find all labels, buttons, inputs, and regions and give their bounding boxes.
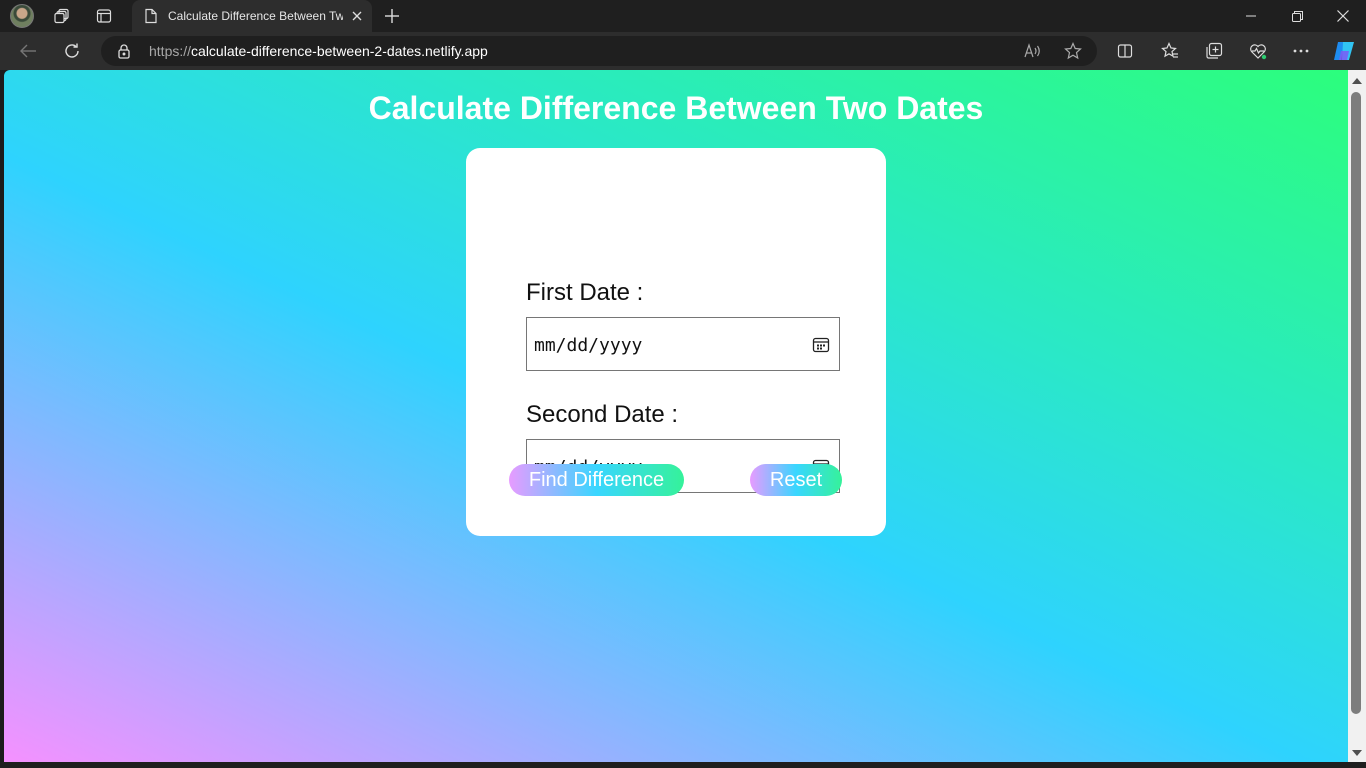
page-favicon-icon bbox=[144, 8, 158, 29]
new-tab-icon[interactable] bbox=[382, 6, 402, 26]
profile-avatar[interactable] bbox=[10, 4, 34, 28]
browser-title-bar: Calculate Difference Between Two Dates bbox=[0, 0, 1366, 32]
browser-toolbar: https://calculate-difference-between-2-d… bbox=[0, 32, 1366, 70]
minimize-icon[interactable] bbox=[1241, 6, 1261, 26]
more-options-icon[interactable] bbox=[1291, 41, 1311, 61]
scrollbar-thumb[interactable] bbox=[1351, 92, 1361, 714]
back-arrow-icon[interactable] bbox=[18, 41, 38, 61]
second-date-label: Second Date : bbox=[526, 401, 679, 428]
copilot-icon[interactable] bbox=[1332, 39, 1356, 63]
close-window-icon[interactable] bbox=[1333, 6, 1353, 26]
restore-icon[interactable] bbox=[1287, 6, 1307, 26]
lock-icon[interactable] bbox=[117, 43, 131, 64]
favorite-star-icon[interactable] bbox=[1063, 41, 1083, 61]
tab-title: Calculate Difference Between Two Dates bbox=[168, 9, 343, 23]
window-bottom-edge bbox=[0, 762, 1366, 768]
workspaces-icon[interactable] bbox=[52, 6, 72, 26]
browser-essentials-icon[interactable] bbox=[1248, 41, 1268, 61]
collections-icon[interactable] bbox=[1204, 41, 1224, 61]
tab-actions-icon[interactable] bbox=[94, 6, 114, 26]
read-aloud-icon[interactable] bbox=[1023, 41, 1043, 61]
active-tab[interactable]: Calculate Difference Between Two Dates bbox=[132, 0, 372, 32]
refresh-icon[interactable] bbox=[62, 41, 82, 61]
scroll-up-arrow-icon[interactable] bbox=[1352, 78, 1362, 84]
address-bar[interactable]: https://calculate-difference-between-2-d… bbox=[101, 36, 1097, 66]
page-viewport: Calculate Difference Between Two Dates F… bbox=[4, 70, 1348, 762]
first-date-label: First Date : bbox=[526, 279, 644, 306]
find-difference-button[interactable]: Find Difference bbox=[509, 464, 684, 496]
url-host: calculate-difference-between-2-dates.net… bbox=[191, 43, 488, 59]
url-scheme: https:// bbox=[149, 43, 192, 59]
first-date-value: mm/dd/yyyy bbox=[534, 335, 643, 356]
page-title: Calculate Difference Between Two Dates bbox=[368, 90, 984, 126]
close-tab-icon[interactable] bbox=[347, 6, 367, 26]
calendar-icon[interactable] bbox=[811, 335, 831, 355]
url-text[interactable]: https://calculate-difference-between-2-d… bbox=[149, 43, 488, 59]
vertical-scrollbar[interactable] bbox=[1348, 70, 1366, 762]
date-form-card: First Date : mm/dd/yyyy Second Date : mm… bbox=[466, 148, 886, 536]
scroll-down-arrow-icon[interactable] bbox=[1352, 750, 1362, 756]
reset-button[interactable]: Reset bbox=[750, 464, 842, 496]
favorites-icon[interactable] bbox=[1160, 41, 1180, 61]
first-date-input[interactable]: mm/dd/yyyy bbox=[526, 317, 840, 371]
split-screen-icon[interactable] bbox=[1115, 41, 1135, 61]
